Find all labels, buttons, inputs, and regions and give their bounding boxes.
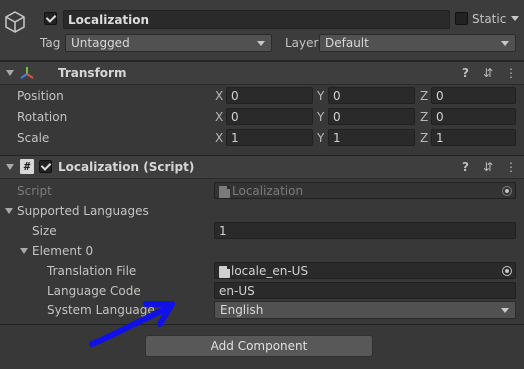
tag-dropdown[interactable]: Untagged xyxy=(65,34,272,52)
axis-z-label: Z xyxy=(420,89,429,103)
position-y-field[interactable]: 0 xyxy=(328,87,415,104)
text-asset-icon xyxy=(219,266,230,278)
axis-z-label: Z xyxy=(420,110,429,124)
translation-file-value: locale_en-US xyxy=(231,264,309,278)
system-language-value: English xyxy=(220,303,264,317)
element-0-label[interactable]: Element 0 xyxy=(32,244,93,258)
layer-label: Layer xyxy=(285,36,319,50)
layer-dropdown[interactable]: Default xyxy=(319,34,516,52)
translation-file-field[interactable]: locale_en-US xyxy=(214,262,516,279)
more-options-icon[interactable]: ⋮ xyxy=(505,161,517,173)
axis-x-label: X xyxy=(215,89,224,103)
script-value: Localization xyxy=(232,184,304,198)
object-picker-icon xyxy=(502,186,512,196)
position-x-field[interactable]: 0 xyxy=(226,87,313,104)
position-label: Position xyxy=(17,89,64,103)
axis-y-label: Y xyxy=(317,89,325,103)
presets-icon[interactable]: ⇵ xyxy=(483,161,493,173)
axis-y-label: Y xyxy=(317,110,325,124)
tag-label: Tag xyxy=(40,36,61,50)
scale-x-field[interactable]: 1 xyxy=(226,129,313,146)
supported-languages-label[interactable]: Supported Languages xyxy=(17,204,149,218)
rotation-label: Rotation xyxy=(17,110,68,124)
scale-y-field[interactable]: 1 xyxy=(328,129,415,146)
size-field[interactable]: 1 xyxy=(214,222,516,239)
cube-icon xyxy=(5,11,25,33)
transform-body: Position X 0 Y 0 Z 0 Rotation X 0 Y 0 Z … xyxy=(0,84,524,154)
divider xyxy=(0,324,524,325)
foldout-arrow-icon[interactable] xyxy=(6,70,14,76)
gameobject-name-field[interactable]: Localization xyxy=(63,10,450,29)
tag-value: Untagged xyxy=(71,36,130,50)
help-icon[interactable]: ? xyxy=(462,67,469,79)
rotation-y-field[interactable]: 0 xyxy=(328,108,415,125)
presets-icon[interactable]: ⇵ xyxy=(483,67,493,79)
static-dropdown-arrow[interactable] xyxy=(511,16,519,21)
foldout-arrow-icon[interactable] xyxy=(6,164,14,170)
size-label: Size xyxy=(32,224,57,238)
foldout-arrow-icon[interactable] xyxy=(5,208,13,214)
language-code-field[interactable]: en-US xyxy=(214,282,516,299)
gameobject-header: Localization Static Tag Untagged Layer D… xyxy=(0,0,524,61)
scale-label: Scale xyxy=(17,131,50,145)
layer-value: Default xyxy=(325,36,369,50)
position-z-field[interactable]: 0 xyxy=(431,87,516,104)
rotation-z-field[interactable]: 0 xyxy=(431,108,516,125)
help-icon[interactable]: ? xyxy=(462,161,469,173)
more-options-icon[interactable]: ⋮ xyxy=(505,67,517,79)
axis-x-label: X xyxy=(215,110,224,124)
axis-x-label: X xyxy=(215,131,224,145)
static-label: Static xyxy=(472,12,507,26)
script-component-header[interactable]: # Localization (Script) ? ⇵ ⋮ xyxy=(0,155,524,179)
script-field: Localization xyxy=(214,182,516,199)
static-checkbox[interactable] xyxy=(455,12,468,25)
transform-title: Transform xyxy=(58,66,127,80)
object-picker-icon[interactable] xyxy=(502,266,512,276)
rotation-x-field[interactable]: 0 xyxy=(226,108,313,125)
system-language-dropdown[interactable]: English xyxy=(214,301,516,319)
script-asset-icon xyxy=(219,186,230,198)
annotation-arrow-icon xyxy=(89,301,175,347)
transform-icon xyxy=(20,67,34,79)
chevron-down-icon xyxy=(257,41,265,46)
foldout-arrow-icon[interactable] xyxy=(20,248,28,254)
script-enabled-checkbox[interactable] xyxy=(39,160,52,173)
script-component-title: Localization (Script) xyxy=(58,160,195,174)
transform-header[interactable]: Transform ? ⇵ ⋮ xyxy=(0,61,524,85)
chevron-down-icon xyxy=(501,41,509,46)
axis-z-label: Z xyxy=(420,131,429,145)
gameobject-active-checkbox[interactable] xyxy=(44,12,57,25)
script-file-icon: # xyxy=(20,159,34,174)
axis-y-label: Y xyxy=(317,131,325,145)
scale-z-field[interactable]: 1 xyxy=(431,129,516,146)
chevron-down-icon xyxy=(501,308,509,313)
translation-file-label: Translation File xyxy=(47,264,137,278)
script-label: Script xyxy=(17,184,52,198)
